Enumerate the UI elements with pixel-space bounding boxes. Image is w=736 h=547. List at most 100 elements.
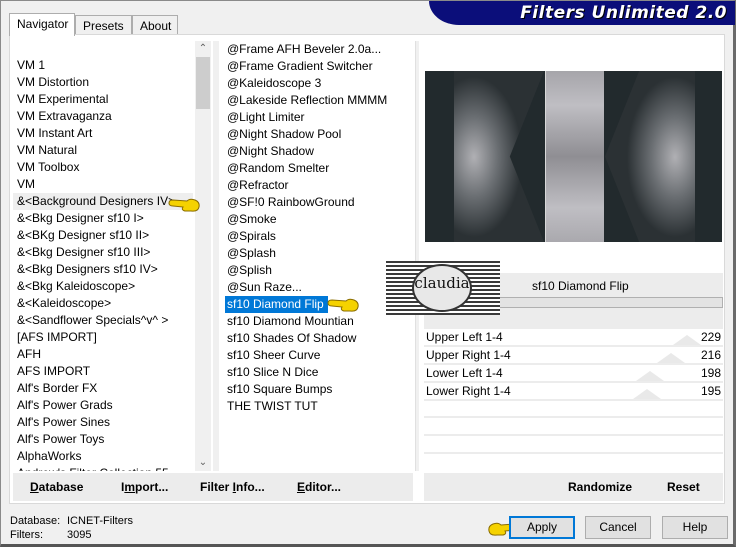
category-item[interactable]: &<Bkg Kaleidoscope>: [13, 278, 193, 295]
slider-label: Lower Left 1-4: [426, 366, 503, 380]
reset-button[interactable]: Reset: [667, 480, 700, 494]
filter-item[interactable]: sf10 Shades Of Shadow: [223, 330, 413, 347]
scroll-thumb[interactable]: [196, 57, 210, 109]
empty-slider-row: [424, 452, 723, 454]
category-item[interactable]: &<Background Designers IV>: [13, 193, 193, 210]
filter-item[interactable]: sf10 Square Bumps: [223, 381, 413, 398]
item-label: Alf's Power Toys: [17, 432, 105, 446]
category-item[interactable]: Andrew's Filter Collection 55: [13, 465, 193, 471]
filter-item[interactable]: sf10 Sheer Curve: [223, 347, 413, 364]
filter-item[interactable]: @Spirals: [223, 228, 413, 245]
filter-item[interactable]: @Sun Raze...: [223, 279, 413, 296]
item-label: @SF!0 RainbowGround: [227, 195, 355, 209]
tab-presets[interactable]: Presets: [75, 15, 132, 35]
filter-item[interactable]: @SF!0 RainbowGround: [223, 194, 413, 211]
slider-value: 229: [700, 330, 721, 344]
filters-unlimited-window: Filters Unlimited 2.0 Navigator Presets …: [0, 0, 736, 547]
filters-count-label: Filters:: [10, 529, 43, 541]
slider-thumb[interactable]: [636, 371, 665, 381]
tab-about[interactable]: About: [132, 15, 178, 35]
category-item[interactable]: Alf's Power Toys: [13, 431, 193, 448]
category-item[interactable]: &<Bkg Designers sf10 IV>: [13, 261, 193, 278]
import-label-accel: m: [124, 480, 136, 494]
parameter-slider[interactable]: Upper Right 1-4 216: [424, 347, 723, 365]
filter-item[interactable]: THE TWIST TUT: [223, 398, 413, 415]
editor-label-post: ditor...: [305, 480, 342, 494]
parameter-slider[interactable]: Upper Left 1-4 229: [424, 329, 723, 347]
item-label: &<Bkg Kaleidoscope>: [17, 279, 136, 293]
category-item[interactable]: &<Sandflower Specials^v^ >: [13, 312, 193, 329]
randomize-button[interactable]: Randomize: [568, 480, 632, 494]
tab-navigator[interactable]: Navigator: [9, 13, 75, 36]
filter-item[interactable]: @Night Shadow: [223, 143, 413, 160]
database-button[interactable]: Database: [30, 480, 83, 494]
category-item[interactable]: VM 1: [13, 57, 193, 74]
slider-label: Lower Right 1-4: [426, 384, 511, 398]
category-item[interactable]: Alf's Power Grads: [13, 397, 193, 414]
filter-item[interactable]: @Kaleidoscope 3: [223, 75, 413, 92]
item-label: VM: [17, 177, 35, 191]
category-item[interactable]: AFS IMPORT: [13, 363, 193, 380]
category-item[interactable]: &<Bkg Designer sf10 I>: [13, 210, 193, 227]
category-item[interactable]: &<Bkg Designer sf10 III>: [13, 244, 193, 261]
parameter-slider[interactable]: Lower Left 1-4 198: [424, 365, 723, 383]
category-item[interactable]: VM: [13, 176, 193, 193]
category-item[interactable]: AlphaWorks: [13, 448, 193, 465]
item-label: @Sun Raze...: [227, 280, 302, 294]
category-item[interactable]: &<BKg Designer sf10 II>: [13, 227, 193, 244]
filter-button-bar: Randomize Reset: [424, 473, 723, 501]
item-label: sf10 Square Bumps: [227, 382, 333, 396]
filter-item[interactable]: @Night Shadow Pool: [223, 126, 413, 143]
filter-item[interactable]: @Frame AFH Beveler 2.0a...: [223, 41, 413, 58]
help-button[interactable]: Help: [662, 516, 728, 539]
filter-item[interactable]: sf10 Diamond Mountian: [223, 313, 413, 330]
filter-item[interactable]: @Light Limiter: [223, 109, 413, 126]
filter-item[interactable]: @Splish: [223, 262, 413, 279]
filters-count-value: 3095: [67, 529, 92, 541]
filter-info-button[interactable]: Filter Info...: [200, 480, 265, 494]
item-label: VM Natural: [17, 143, 78, 157]
import-button[interactable]: Import...: [121, 480, 168, 494]
slider-thumb[interactable]: [657, 353, 686, 363]
slider-thumb[interactable]: [672, 335, 701, 345]
category-item[interactable]: &<Kaleidoscope>: [13, 295, 193, 312]
category-item[interactable]: VM Instant Art: [13, 125, 193, 142]
filter-item[interactable]: sf10 Slice N Dice: [223, 364, 413, 381]
category-scrollbar[interactable]: ⌃ ⌄: [195, 41, 211, 471]
category-item[interactable]: [AFS IMPORT]: [13, 329, 193, 346]
watermark-text: claudia: [412, 264, 472, 312]
category-item[interactable]: VM Toolbox: [13, 159, 193, 176]
category-item[interactable]: VM Extravaganza: [13, 108, 193, 125]
category-item[interactable]: AFH: [13, 346, 193, 363]
editor-button[interactable]: Editor...: [297, 480, 341, 494]
category-item[interactable]: Alf's Power Sines: [13, 414, 193, 431]
scroll-up-arrow-icon[interactable]: ⌃: [195, 41, 211, 57]
filter-item[interactable]: @Frame Gradient Switcher: [223, 58, 413, 75]
filter-item[interactable]: @Lakeside Reflection MMMM: [223, 92, 413, 109]
category-item[interactable]: VM Experimental: [13, 91, 193, 108]
apply-button[interactable]: Apply: [509, 516, 575, 539]
item-label: @Splish: [227, 263, 272, 277]
item-label: &<Bkg Designer sf10 III>: [17, 245, 151, 259]
filter-item[interactable]: @Random Smelter: [223, 160, 413, 177]
filter-item[interactable]: sf10 Diamond Flip: [223, 296, 413, 313]
filter-item[interactable]: @Splash: [223, 245, 413, 262]
parameter-slider[interactable]: Lower Right 1-4 195: [424, 383, 723, 401]
filter-info-label-pre: Filter: [200, 480, 233, 494]
item-label: VM Extravaganza: [17, 109, 112, 123]
item-label: @Refractor: [227, 178, 289, 192]
category-list[interactable]: VM 1 VM Distortion VM Experimental VM Extra…: [13, 41, 193, 471]
item-label: VM Toolbox: [17, 160, 80, 174]
category-item[interactable]: VM Natural: [13, 142, 193, 159]
slider-thumb[interactable]: [632, 389, 661, 399]
category-item[interactable]: VM Distortion: [13, 74, 193, 91]
item-label: Alf's Power Sines: [17, 415, 110, 429]
filter-item[interactable]: @Refractor: [223, 177, 413, 194]
scroll-down-arrow-icon[interactable]: ⌄: [195, 455, 211, 471]
filter-list[interactable]: @Frame AFH Beveler 2.0a... @Frame Gradien…: [223, 41, 413, 471]
cancel-button[interactable]: Cancel: [585, 516, 651, 539]
item-label: @Light Limiter: [227, 110, 305, 124]
category-item[interactable]: Alf's Border FX: [13, 380, 193, 397]
filter-item[interactable]: @Smoke: [223, 211, 413, 228]
